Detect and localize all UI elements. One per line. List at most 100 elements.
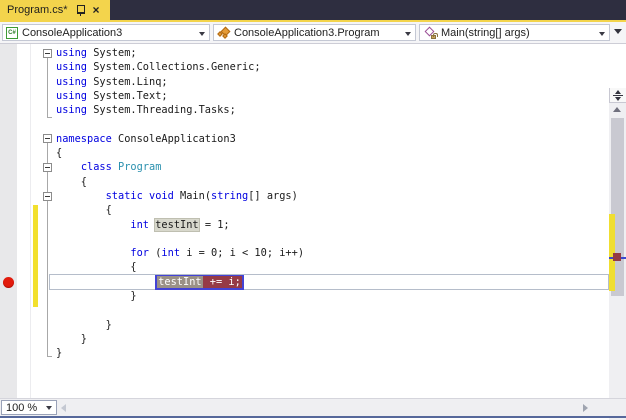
outline-line [47, 143, 48, 356]
scroll-left-icon[interactable] [61, 404, 66, 412]
chevron-down-icon[interactable] [405, 32, 411, 36]
project-dropdown-label: ConsoleApplication3 [22, 26, 123, 39]
code-line[interactable]: using System; [50, 46, 608, 60]
code-token: string [211, 189, 249, 202]
code-line[interactable]: { [50, 146, 608, 160]
code-token: System.Text; [87, 89, 168, 102]
pin-icon[interactable] [76, 4, 85, 16]
code-token: { [56, 261, 137, 274]
code-token: using [56, 47, 87, 59]
chevron-down-icon[interactable] [599, 32, 605, 36]
chevron-down-icon[interactable] [46, 405, 52, 410]
selection-box: testInt += i; [155, 274, 244, 290]
code-line[interactable]: using System.Linq; [50, 75, 608, 89]
code-line[interactable]: static void Main(string[] args) [50, 189, 608, 203]
code-token: void [149, 189, 174, 202]
lock-icon [431, 33, 438, 39]
code-token: using [56, 75, 87, 88]
code-token: ConsoleApplication3 [111, 132, 236, 145]
vertical-scrollbar[interactable] [609, 88, 626, 420]
breakpoint-margin[interactable] [0, 44, 17, 398]
code-token: int [161, 247, 181, 260]
type-dropdown[interactable]: ConsoleApplication3.Program [213, 24, 416, 41]
vs-editor-window: Program.cs* × C# ConsoleApplication3 Con… [0, 0, 626, 420]
zoom-level: 100 % [6, 401, 38, 414]
outline-line [47, 58, 48, 117]
code-token: System; [87, 47, 137, 59]
code-token: using [56, 61, 87, 74]
code-token: testInt [154, 217, 200, 232]
code-token: for [130, 247, 150, 260]
code-line[interactable]: } [50, 289, 608, 303]
code-line[interactable]: { [50, 203, 608, 217]
code-line[interactable]: using System.Text; [50, 89, 608, 103]
code-line[interactable]: using System.Threading.Tasks; [50, 103, 608, 117]
code-line[interactable] [50, 117, 608, 131]
scrollbar-breakpoint-mark [613, 253, 621, 261]
code-line[interactable]: for (int i = 0; i < 10; i++) [50, 246, 608, 260]
code-token: } [56, 347, 63, 360]
chevron-down-icon[interactable] [199, 32, 205, 36]
code-token: System.Threading.Tasks; [87, 104, 236, 117]
code-token: i = 0; i < 10; i++) [180, 247, 305, 260]
code-token: } [56, 332, 87, 345]
code-editor[interactable]: using System; using System.Collections.Ge… [0, 44, 626, 420]
code-line[interactable]: { [50, 175, 608, 189]
code-line[interactable]: } [50, 332, 608, 346]
project-dropdown[interactable]: C# ConsoleApplication3 [2, 24, 210, 41]
breakpoint-icon[interactable] [3, 277, 14, 288]
code-token: using [56, 104, 87, 117]
selected-text: += i; [202, 275, 242, 288]
code-line[interactable] [50, 303, 608, 317]
code-line[interactable]: using System.Collections.Generic; [50, 60, 608, 74]
member-dropdown-label: Main(string[] args) [441, 26, 530, 39]
member-dropdown[interactable]: Main(string[] args) [419, 24, 610, 41]
code-token: } [56, 318, 112, 331]
code-line[interactable]: } [50, 346, 608, 360]
close-icon[interactable]: × [93, 4, 100, 16]
code-token: { [56, 175, 87, 188]
track-changes-bar [33, 205, 38, 307]
code-token: namespace [56, 132, 112, 145]
selected-text: testInt [157, 275, 203, 288]
split-handle-icon[interactable] [609, 88, 626, 103]
scroll-up-icon[interactable] [613, 107, 621, 112]
code-token: Program [118, 161, 162, 174]
code-line[interactable]: testInt += i; [50, 274, 608, 290]
code-token: ( [149, 247, 162, 260]
code-token: { [56, 204, 112, 217]
zoom-selector[interactable]: 100 % [1, 400, 57, 415]
tab-title: Program.cs* [7, 4, 68, 16]
code-token: } [56, 290, 137, 303]
code-token: class [80, 161, 112, 174]
navbar-chevron-down-icon[interactable] [614, 29, 622, 34]
tab-program-cs[interactable]: Program.cs* × [0, 0, 110, 20]
code-token: using [56, 89, 87, 102]
scroll-right-icon[interactable] [583, 404, 588, 412]
method-icon [423, 26, 438, 39]
code-token: Main( [173, 189, 212, 202]
csharp-project-icon: C# [6, 26, 18, 39]
code-line[interactable] [50, 232, 608, 246]
code-line[interactable]: namespace ConsoleApplication3 [50, 132, 608, 146]
margin-separator [30, 44, 31, 398]
code-line[interactable]: int testInt = 1; [50, 217, 608, 232]
type-dropdown-label: ConsoleApplication3.Program [234, 26, 380, 39]
code-line[interactable]: } [50, 318, 608, 332]
code-token: { [56, 147, 63, 160]
status-bar: 100 % [0, 398, 626, 416]
code-token: System.Collections.Generic; [87, 61, 261, 74]
code-line[interactable]: { [50, 260, 608, 274]
window-bottom-border [0, 416, 626, 418]
code-token: System.Linq; [87, 75, 168, 88]
code-area[interactable]: using System; using System.Collections.Ge… [50, 46, 608, 361]
code-token: [] args) [248, 189, 298, 202]
code-token: int [130, 218, 150, 231]
code-line[interactable]: class Program [50, 160, 608, 174]
code-token: static [105, 189, 143, 202]
